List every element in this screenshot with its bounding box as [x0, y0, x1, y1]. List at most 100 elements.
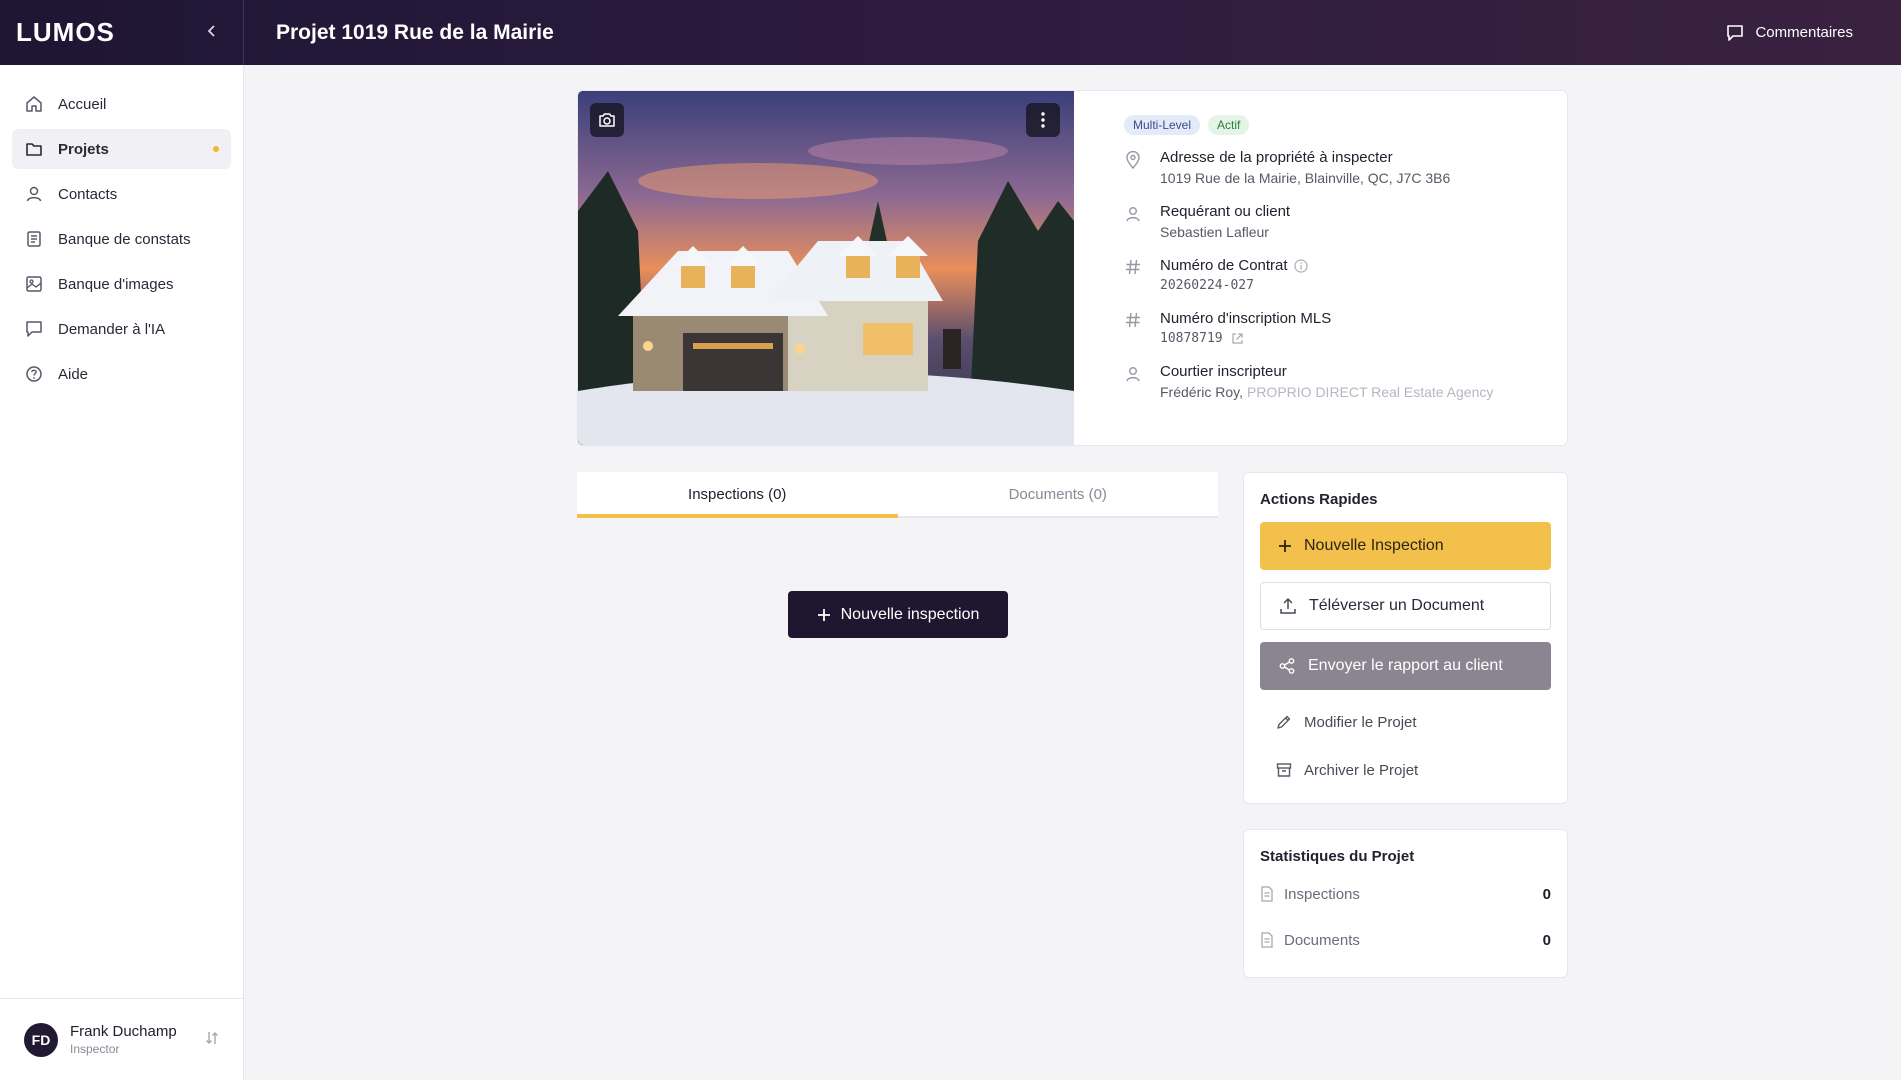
comments-label: Commentaires: [1755, 24, 1853, 41]
quick-new-inspection-label: Nouvelle Inspection: [1304, 537, 1444, 554]
quick-actions-title: Actions Rapides: [1260, 491, 1378, 508]
contract-row: Numéro de Contrat 20260224-027: [1124, 257, 1519, 293]
upload-document-button[interactable]: Téléverser un Document: [1260, 582, 1551, 630]
send-report-button[interactable]: Envoyer le rapport au client: [1260, 642, 1551, 690]
address-row: Adresse de la propriété à inspecter 1019…: [1124, 149, 1519, 186]
sidebar-item-banque-d-images[interactable]: Banque d'images: [12, 264, 231, 304]
brand-area: LUMOS: [0, 0, 244, 65]
tab-inspections[interactable]: Inspections (0): [577, 472, 898, 518]
user-info: Frank Duchamp Inspector: [70, 1023, 205, 1056]
sidebar-item-demander-a-l-ia[interactable]: Demander à l'IA: [12, 309, 231, 349]
sidebar-nav: Accueil Projets Contacts Banque de const…: [0, 65, 243, 394]
contract-label: Numéro de Contrat: [1160, 257, 1308, 274]
page-title: Projet 1019 Rue de la Mairie: [276, 20, 554, 44]
folder-icon: [24, 139, 44, 159]
user-icon: [1124, 203, 1142, 240]
new-inspection-button[interactable]: Nouvelle inspection: [788, 591, 1008, 638]
stat-documents: Documents 0: [1260, 917, 1551, 963]
contract-value: 20260224-027: [1160, 278, 1254, 293]
image-icon: [24, 274, 44, 294]
upload-icon: [1280, 597, 1296, 614]
plus-icon: [817, 608, 830, 621]
sidebar-item-label: Demander à l'IA: [58, 320, 166, 338]
property-card: Multi-Level Actif Adresse de la propriét…: [577, 90, 1568, 446]
client-row: Requérant ou client Sebastien Lafleur: [1124, 203, 1519, 240]
location-pin-icon: [1124, 149, 1142, 186]
stat-inspections-value: 0: [1542, 885, 1551, 903]
chevron-left-icon: [207, 25, 215, 37]
edit-project-label: Modifier le Projet: [1304, 713, 1417, 731]
user-profile[interactable]: FD Frank Duchamp Inspector: [0, 998, 243, 1080]
camera-icon: [599, 113, 615, 127]
sidebar-item-label: Banque de constats: [58, 230, 191, 248]
property-details: Multi-Level Actif Adresse de la propriét…: [1074, 91, 1567, 445]
client-label: Requérant ou client: [1160, 203, 1291, 220]
hash-icon: [1124, 257, 1142, 293]
pencil-icon: [1277, 715, 1291, 729]
user-icon: [24, 184, 44, 204]
mls-label: Numéro d'inscription MLS: [1160, 310, 1332, 327]
sidebar-item-label: Aide: [58, 365, 89, 383]
switch-account-icon[interactable]: [205, 1030, 219, 1049]
external-link-icon[interactable]: [1231, 332, 1244, 345]
document-icon: [1261, 886, 1273, 902]
comment-icon: [1727, 24, 1744, 41]
quick-actions-panel: Actions Rapides Nouvelle Inspection Télé…: [1243, 472, 1568, 804]
archive-project-label: Archiver le Projet: [1304, 761, 1419, 779]
photo-menu-button[interactable]: [1026, 103, 1060, 137]
plus-icon: [1279, 540, 1291, 552]
sidebar-item-banque-de-constats[interactable]: Banque de constats: [12, 219, 231, 259]
stat-documents-value: 0: [1542, 931, 1551, 949]
property-badges: Multi-Level Actif: [1124, 115, 1519, 135]
client-value: Sebastien Lafleur: [1160, 224, 1269, 240]
more-vertical-icon: [1041, 112, 1045, 128]
sidebar-item-label: Banque d'images: [58, 275, 174, 293]
upload-document-label: Téléverser un Document: [1309, 597, 1485, 614]
tab-documents[interactable]: Documents (0): [898, 472, 1219, 516]
user-name: Frank Duchamp: [70, 1023, 177, 1040]
content-tabs: Inspections (0) Documents (0): [577, 472, 1218, 518]
user-role: Inspector: [70, 1042, 120, 1056]
mls-row: Numéro d'inscription MLS 10878719: [1124, 310, 1519, 346]
address-label: Adresse de la propriété à inspecter: [1160, 149, 1393, 166]
stat-inspections-label: Inspections: [1284, 885, 1360, 903]
sidebar-item-accueil[interactable]: Accueil: [12, 84, 231, 124]
change-photo-button[interactable]: [590, 103, 624, 137]
edit-project-button[interactable]: Modifier le Projet: [1260, 702, 1551, 742]
send-report-label: Envoyer le rapport au client: [1308, 657, 1503, 674]
property-photo: [578, 91, 1074, 445]
archive-icon: [1276, 763, 1292, 777]
sidebar-item-aide[interactable]: Aide: [12, 354, 231, 394]
contract-label-text: Numéro de Contrat: [1160, 257, 1288, 274]
house-illustration: [578, 91, 1074, 445]
sidebar-item-label: Accueil: [58, 95, 107, 113]
sidebar-item-label: Projets: [58, 140, 109, 158]
hash-icon: [1124, 310, 1142, 346]
mls-value-row: 10878719: [1160, 331, 1331, 346]
quick-new-inspection-button[interactable]: Nouvelle Inspection: [1260, 522, 1551, 570]
share-icon: [1279, 658, 1295, 674]
broker-agency: PROPRIO DIRECT Real Estate Agency: [1246, 384, 1494, 400]
sidebar-item-contacts[interactable]: Contacts: [12, 174, 231, 214]
info-icon[interactable]: [1293, 258, 1308, 273]
home-icon: [24, 94, 44, 114]
broker-name: Frédéric Roy,: [1160, 384, 1243, 400]
archive-project-button[interactable]: Archiver le Projet: [1260, 750, 1551, 790]
new-inspection-label: Nouvelle inspection: [840, 605, 980, 623]
document-icon: [24, 229, 44, 249]
chat-icon: [24, 319, 44, 339]
sidebar-item-projets[interactable]: Projets: [12, 129, 231, 169]
project-stats-panel: Statistiques du Projet Inspections 0 Doc…: [1243, 829, 1568, 978]
stat-inspections: Inspections 0: [1260, 871, 1551, 917]
mls-value: 10878719: [1160, 331, 1223, 346]
help-icon: [24, 364, 44, 384]
status-badge: Actif: [1208, 115, 1250, 135]
active-indicator-dot: [213, 146, 219, 152]
stat-documents-label: Documents: [1284, 931, 1360, 949]
sidebar-item-label: Contacts: [58, 185, 118, 203]
collapse-sidebar-button[interactable]: [205, 21, 219, 44]
project-stats-title: Statistiques du Projet: [1260, 848, 1415, 865]
document-icon: [1261, 932, 1273, 948]
comments-button[interactable]: Commentaires: [1725, 23, 1853, 43]
broker-value: Frédéric Roy, PROPRIO DIRECT Real Estate…: [1160, 384, 1493, 400]
